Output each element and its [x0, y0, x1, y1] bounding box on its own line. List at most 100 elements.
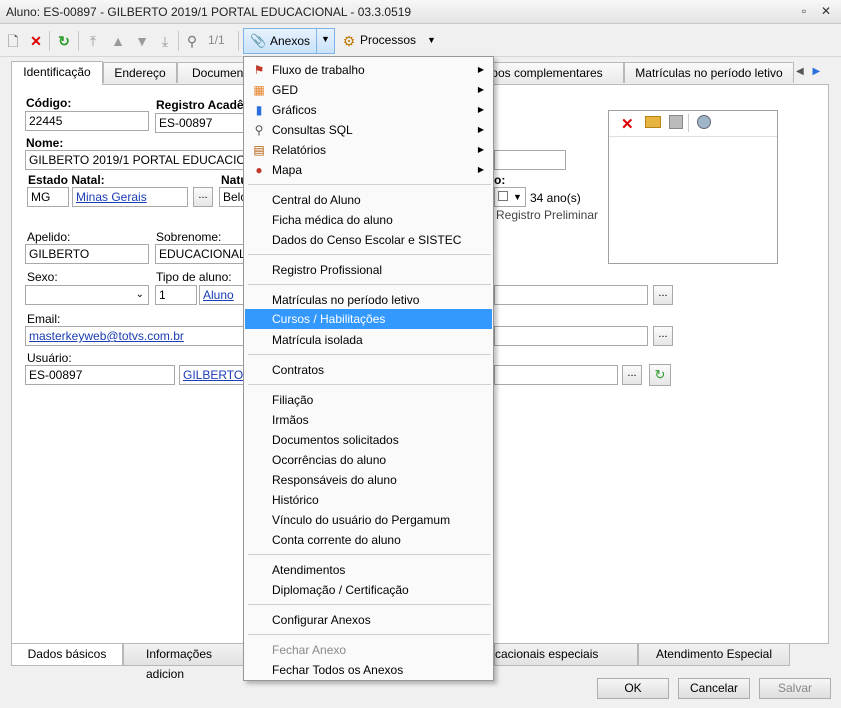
email-field[interactable]: masterkeyweb@totvs.com.br — [25, 326, 247, 346]
tab-atendimento-especial[interactable]: Atendimento Especial — [638, 644, 790, 666]
menu-item-ocorrencias[interactable]: Ocorrências do aluno — [245, 450, 492, 470]
apelido-field[interactable]: GILBERTO — [25, 244, 149, 264]
menu-item-atendimentos[interactable]: Atendimentos — [245, 560, 492, 580]
tab-endereco[interactable]: Endereço — [103, 62, 177, 83]
menu-item-matricula-isolada[interactable]: Matrícula isolada — [245, 330, 492, 350]
tab-scroll-right-icon[interactable]: ▶ — [812, 66, 820, 77]
tipo-aluno-lookup-button[interactable]: ... — [653, 285, 673, 305]
menu-item-fechar-anexo[interactable]: Fechar Anexo — [245, 640, 492, 660]
anexos-button[interactable]: 📎 Anexos ▼ — [243, 28, 335, 54]
menu-item-central-do-aluno[interactable]: Central do Aluno — [245, 190, 492, 210]
save-photo-icon[interactable] — [669, 115, 683, 129]
remove-photo-icon[interactable]: ✕ — [621, 115, 634, 133]
submenu-arrow-icon: ▶ — [477, 165, 484, 174]
menu-item-matriculas-periodo[interactable]: Matrículas no período letivo — [245, 290, 492, 310]
menu-item-registro-profissional[interactable]: Registro Profissional — [245, 260, 492, 280]
menu-item-filiacao[interactable]: Filiação — [245, 390, 492, 410]
menu-item-relatorios[interactable]: ▤ Relatórios ▶ — [245, 140, 492, 160]
menu-item-censo-escolar[interactable]: Dados do Censo Escolar e SISTEC — [245, 230, 492, 250]
usuario-field[interactable]: ES-00897 — [25, 365, 175, 385]
tab-matriculas-periodo[interactable]: Matrículas no período letivo — [624, 62, 794, 83]
menu-item-contratos[interactable]: Contratos — [245, 360, 492, 380]
menu-item-ged[interactable]: ▦ GED ▶ — [245, 80, 492, 100]
estado-lookup-button[interactable]: ... — [193, 187, 213, 207]
usuario-field-tail[interactable] — [494, 365, 618, 385]
sobrenome-label: Sobrenome: — [156, 230, 222, 244]
tab-scroll: ◀ ▶ — [796, 62, 830, 82]
email-label: Email: — [27, 312, 61, 326]
codigo-field[interactable]: 22445 — [25, 111, 149, 131]
menu-item-documentos-solicitados[interactable]: Documentos solicitados — [245, 430, 492, 450]
menu-item-responsaveis[interactable]: Responsáveis do aluno — [245, 470, 492, 490]
window-title: Aluno: ES-00897 - GILBERTO 2019/1 PORTAL… — [6, 5, 412, 19]
menu-item-fechar-todos[interactable]: Fechar Todos os Anexos — [245, 660, 492, 680]
paperclip-icon: 📎 — [250, 33, 267, 48]
registro-field[interactable]: ES-00897 — [155, 113, 247, 133]
last-record-icon[interactable]: ⤓ — [157, 33, 173, 49]
estado-link[interactable]: Minas Gerais — [76, 190, 147, 204]
new-record-icon[interactable]: 🗋 — [5, 33, 21, 49]
nome-field-tail[interactable] — [494, 150, 566, 170]
delete-icon[interactable]: ✕ — [28, 33, 44, 49]
chart-icon: ▮ — [255, 103, 263, 117]
menu-item-vinculo-pergamum[interactable]: Vínculo do usuário do Pergamum — [245, 510, 492, 530]
tab-documentos[interactable]: Document — [177, 62, 247, 83]
menu-item-ficha-medica[interactable]: Ficha médica do aluno — [245, 210, 492, 230]
chevron-down-icon[interactable]: ▼ — [321, 34, 330, 44]
previous-record-icon[interactable]: ▲ — [110, 33, 126, 49]
usuario-name-field[interactable]: GILBERTO 2 — [179, 365, 247, 385]
refresh-icon[interactable]: ↻ — [56, 33, 72, 49]
submenu-arrow-icon: ▶ — [477, 65, 484, 74]
next-record-icon[interactable]: ▼ — [134, 33, 150, 49]
menu-item-cursos-habilitacoes[interactable]: Cursos / Habilitações — [245, 309, 492, 329]
sobrenome-field[interactable]: EDUCACIONAL — [155, 244, 247, 264]
email-field-tail[interactable] — [494, 326, 648, 346]
usuario-lookup-button[interactable]: ... — [622, 365, 642, 385]
estado-uf-field[interactable]: MG — [27, 187, 69, 207]
usuario-link[interactable]: GILBERTO 2 — [183, 368, 246, 382]
menu-item-fluxo-de-trabalho[interactable]: ⚑ Fluxo de trabalho ▶ — [245, 60, 492, 80]
tab-dados-basicos[interactable]: Dados básicos — [11, 644, 123, 666]
close-window-icon[interactable]: ✕ — [818, 3, 834, 19]
menu-separator — [248, 604, 491, 605]
toolbar-separator — [238, 31, 239, 51]
tab-necessidades-especiais[interactable]: cacionais especiais — [494, 644, 638, 666]
first-record-icon[interactable]: ⤒ — [85, 33, 101, 49]
menu-item-diplomacao[interactable]: Diplomação / Certificação — [245, 580, 492, 600]
processos-button[interactable]: Processos — [360, 33, 416, 47]
menu-item-historico[interactable]: Histórico — [245, 490, 492, 510]
menu-item-configurar-anexos[interactable]: Configurar Anexos — [245, 610, 492, 630]
ok-button[interactable]: OK — [597, 678, 669, 699]
menu-item-conta-corrente[interactable]: Conta corrente do aluno — [245, 530, 492, 550]
restore-icon[interactable]: ▫ — [796, 3, 812, 19]
submenu-arrow-icon: ▶ — [477, 85, 484, 94]
menu-item-graficos[interactable]: ▮ Gráficos ▶ — [245, 100, 492, 120]
menu-item-consultas-sql[interactable]: ⚲ Consultas SQL ▶ — [245, 120, 492, 140]
menu-item-mapa[interactable]: ● Mapa ▶ — [245, 160, 492, 180]
tipo-aluno-link[interactable]: Aluno — [203, 288, 234, 302]
nome-field[interactable]: GILBERTO 2019/1 PORTAL EDUCACIONAL — [25, 150, 247, 170]
report-icon: ▤ — [253, 143, 265, 157]
tipo-aluno-name-field[interactable]: Aluno — [199, 285, 247, 305]
tipo-aluno-code-field[interactable]: 1 — [155, 285, 197, 305]
chevron-down-icon[interactable]: ▼ — [427, 35, 436, 45]
menu-separator — [248, 284, 491, 285]
save-button[interactable]: Salvar — [759, 678, 831, 699]
date-dropdown[interactable]: ▼ — [494, 187, 526, 207]
estado-nome-field[interactable]: Minas Gerais — [72, 187, 188, 207]
email-link[interactable]: masterkeyweb@totvs.com.br — [29, 329, 184, 343]
binoculars-icon[interactable]: ⚲ — [184, 33, 200, 49]
user-refresh-icon[interactable]: ↻ — [649, 364, 671, 386]
tab-informacoes-adicionais[interactable]: Informações adicion — [123, 644, 247, 681]
tipo-aluno-field-tail[interactable] — [494, 285, 648, 305]
webcam-icon[interactable] — [697, 115, 711, 129]
tab-scroll-left-icon[interactable]: ◀ — [796, 66, 804, 77]
open-folder-icon[interactable] — [645, 116, 661, 128]
sexo-select[interactable]: ⌄ — [25, 285, 149, 305]
codigo-label: Código: — [26, 96, 72, 110]
tab-identificacao[interactable]: Identificação — [11, 61, 103, 85]
cancel-button[interactable]: Cancelar — [678, 678, 750, 699]
split-separator — [316, 29, 317, 53]
email-lookup-button[interactable]: ... — [653, 326, 673, 346]
menu-item-irmaos[interactable]: Irmãos — [245, 410, 492, 430]
